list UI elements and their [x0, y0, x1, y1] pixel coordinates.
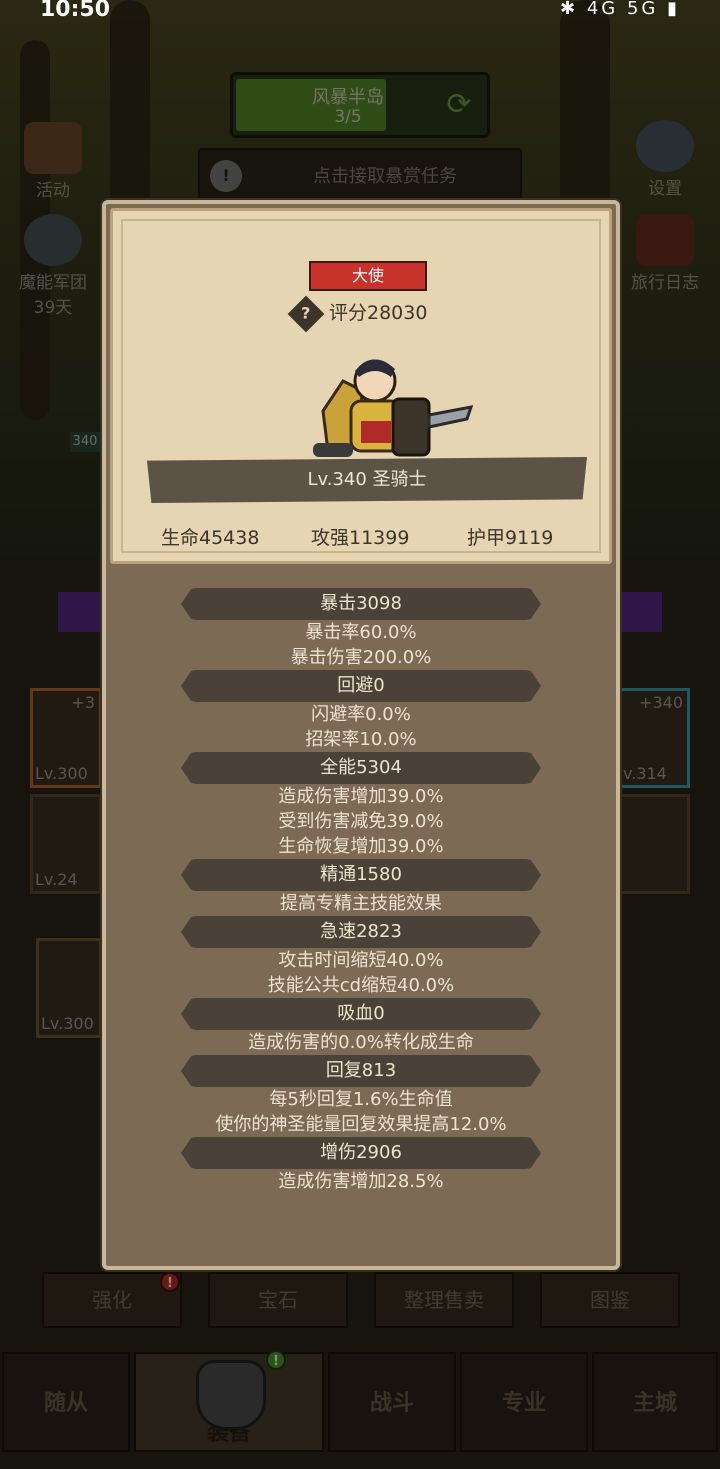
stat-detail: 使你的神圣能量回复效果提高12.0% [215, 1114, 507, 1135]
stat-detail: 生命恢复增加39.0% [278, 836, 444, 857]
stat-detail: 技能公共cd缩短40.0% [267, 975, 455, 996]
stat-attack-power: 攻强11399 [311, 527, 410, 549]
stat-health: 生命45438 [161, 527, 260, 549]
stat-detail: 造成伤害的0.0%转化成生命 [248, 1032, 474, 1053]
stat-detail: 暴击伤害200.0% [290, 647, 432, 668]
stat-detail: 提高专精主技能效果 [280, 893, 442, 914]
character-stats-modal: 大使 ? 评分28030 Lv.340 圣骑士 生命45438 攻强11399 护… [102, 200, 620, 1270]
status-time: 10:50 [40, 0, 111, 22]
help-icon[interactable]: ? [287, 295, 325, 332]
stat-header: 精通1580 [181, 859, 541, 891]
hero-name-band: Lv.340 圣骑士 [147, 457, 587, 503]
stat-header: 暴击3098 [181, 588, 541, 620]
secondary-stats-list: 暴击3098 暴击率60.0% 暴击伤害200.0% 回避0 闪避率0.0% 招架率10.… [106, 588, 616, 1194]
stat-detail: 造成伤害增加28.5% [278, 1171, 444, 1192]
stat-detail: 闪避率0.0% [311, 704, 411, 725]
stat-header: 吸血0 [181, 998, 541, 1030]
score-row[interactable]: ? 评分28030 [287, 295, 493, 332]
stat-header: 回复813 [181, 1055, 541, 1087]
stat-detail: 攻击时间缩短40.0% [278, 950, 444, 971]
stat-header: 回避0 [181, 670, 541, 702]
title-badge[interactable]: 大使 [309, 261, 427, 291]
stat-detail: 招架率10.0% [305, 729, 417, 750]
stat-detail: 暴击率60.0% [305, 622, 417, 643]
stat-armor: 护甲9119 [467, 527, 554, 549]
status-bar: 10:50 ✱ 4G 5G ▮ [0, 0, 720, 24]
stat-header: 全能5304 [181, 752, 541, 784]
stat-detail: 每5秒回复1.6%生命值 [269, 1089, 453, 1110]
status-icons: ✱ 4G 5G ▮ [560, 0, 680, 19]
character-card: 大使 ? 评分28030 Lv.340 圣骑士 生命45438 攻强11399 护… [110, 208, 612, 564]
score-value: 评分28030 [329, 302, 428, 324]
stat-detail: 造成伤害增加39.0% [278, 786, 444, 807]
paladin-hero-portrait [313, 359, 473, 457]
stat-header: 急速2823 [181, 916, 541, 948]
stat-header: 增伤2906 [181, 1137, 541, 1169]
stat-detail: 受到伤害减免39.0% [278, 811, 444, 832]
